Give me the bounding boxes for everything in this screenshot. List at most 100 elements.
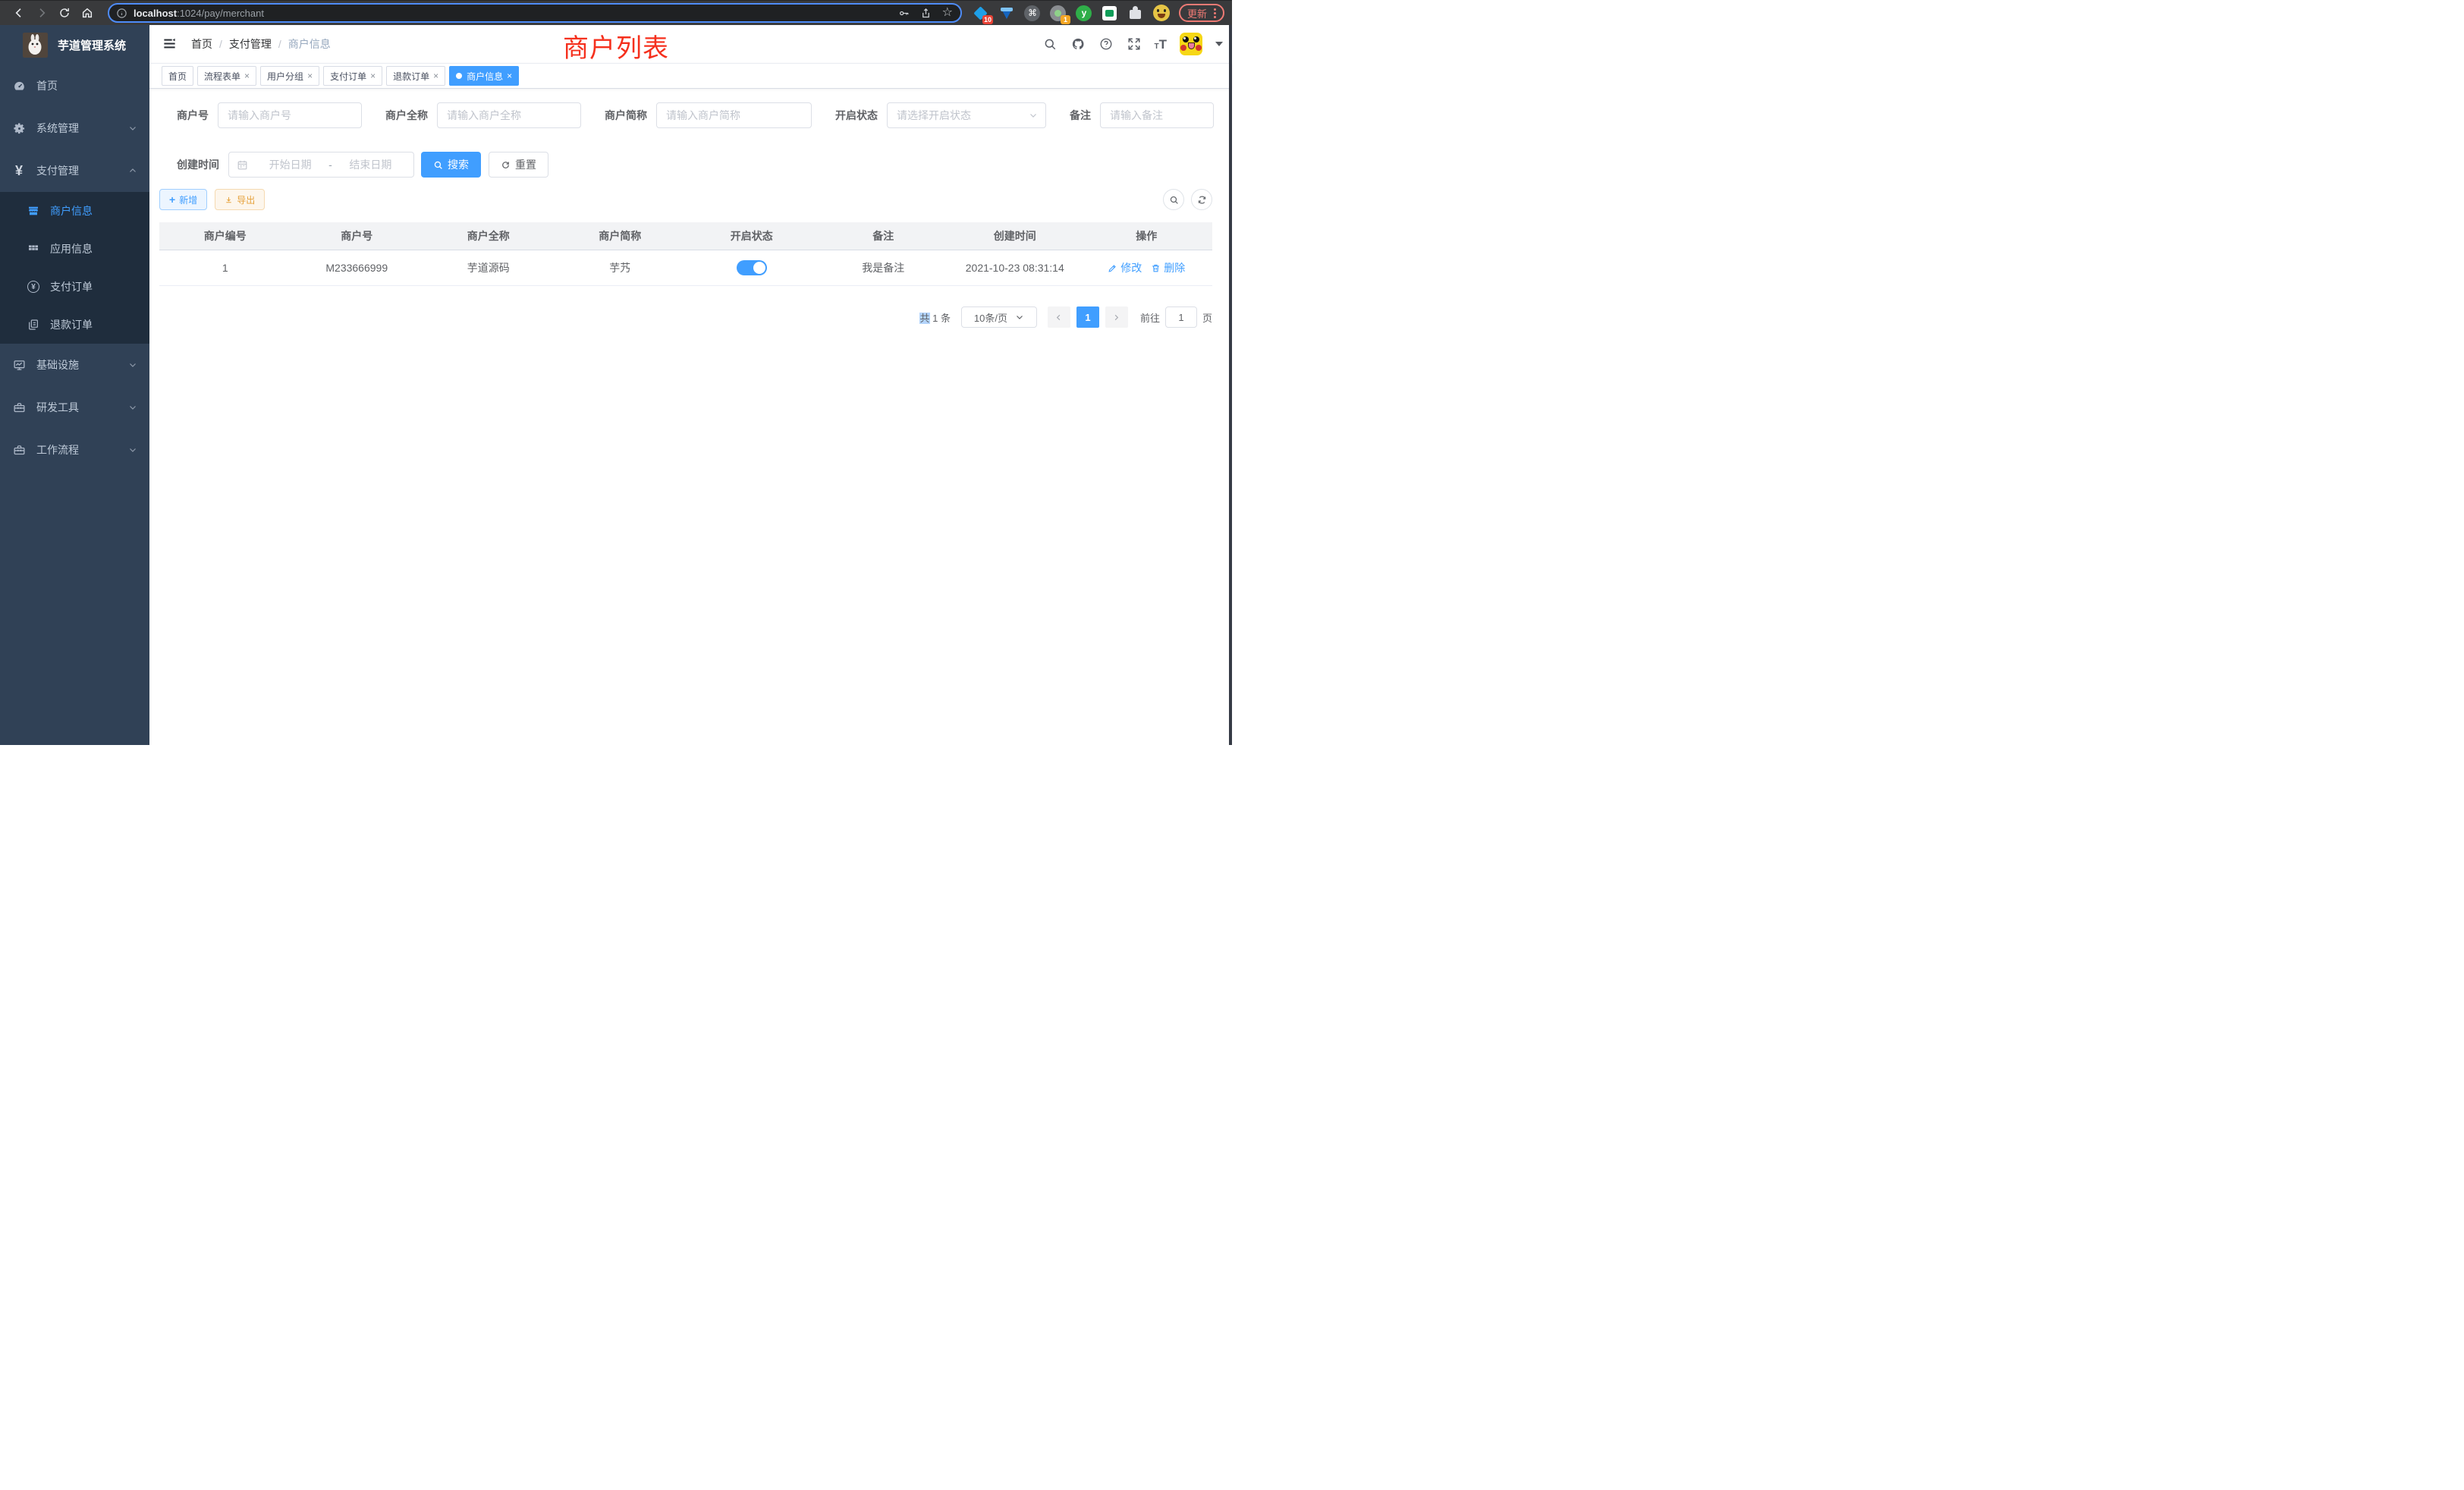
reset-button[interactable]: 重置 bbox=[489, 152, 548, 178]
create-time-label: 创建时间 bbox=[177, 157, 228, 172]
sidebar-item-system[interactable]: 系统管理 bbox=[0, 107, 149, 149]
refresh-icon bbox=[501, 160, 511, 170]
browser-reload-icon[interactable] bbox=[53, 3, 76, 23]
prev-page-button[interactable] bbox=[1048, 306, 1070, 328]
sidebar-item-home[interactable]: 首页 bbox=[0, 64, 149, 107]
tag-refund-order[interactable]: 退款订单× bbox=[386, 66, 445, 86]
table-header-row: 商户编号 商户号 商户全称 商户简称 开启状态 备注 创建时间 操作 bbox=[159, 222, 1212, 250]
add-button[interactable]: + 新增 bbox=[159, 189, 207, 210]
extension-chat-icon[interactable] bbox=[1102, 5, 1118, 21]
browser-update-button[interactable]: 更新 bbox=[1179, 4, 1224, 22]
merchant-no-input[interactable] bbox=[218, 102, 362, 128]
goto-label: 前往 bbox=[1140, 310, 1160, 325]
sidebar-item-pay-order[interactable]: ¥ 支付订单 bbox=[0, 268, 149, 306]
extension-y-icon[interactable]: y bbox=[1076, 5, 1092, 21]
browser-forward-icon[interactable] bbox=[30, 3, 53, 23]
address-bar[interactable]: localhost:1024/pay/merchant ☆ bbox=[108, 3, 962, 23]
status-label: 开启状态 bbox=[835, 108, 887, 123]
column-header: 备注 bbox=[818, 222, 950, 250]
edit-link[interactable]: 修改 bbox=[1108, 260, 1142, 275]
status-toggle[interactable] bbox=[737, 260, 767, 275]
column-header: 操作 bbox=[1081, 222, 1213, 250]
breadcrumb-home[interactable]: 首页 bbox=[191, 36, 212, 52]
page-number-1[interactable]: 1 bbox=[1076, 306, 1099, 328]
close-icon[interactable]: × bbox=[370, 71, 376, 81]
filter-form-row-2: 创建时间 开始日期 - 结束日期 搜索 重置 bbox=[177, 152, 1212, 178]
extension-diamond-icon[interactable]: 10 bbox=[973, 5, 989, 21]
sidebar: 芋道管理系统 首页 系统管理 ¥ 支付管理 商户信息 bbox=[0, 25, 149, 745]
extensions-row: 10 ⌘ 1 y bbox=[973, 5, 1170, 21]
font-size-icon[interactable]: TT bbox=[1155, 38, 1168, 51]
extensions-puzzle-icon[interactable] bbox=[1127, 5, 1144, 21]
table-row: 1 M233666999 芋道源码 芋艿 我是备注 2021-10-23 08:… bbox=[159, 250, 1212, 286]
github-icon[interactable] bbox=[1070, 36, 1086, 52]
short-name-input[interactable] bbox=[656, 102, 812, 128]
show-search-button[interactable] bbox=[1163, 189, 1184, 210]
chevron-down-icon bbox=[128, 403, 137, 412]
delete-link[interactable]: 删除 bbox=[1151, 260, 1185, 275]
refresh-table-button[interactable] bbox=[1191, 189, 1212, 210]
chevron-down-icon bbox=[128, 445, 137, 454]
export-button[interactable]: 导出 bbox=[215, 189, 265, 210]
next-page-button[interactable] bbox=[1105, 306, 1128, 328]
status-select[interactable]: 请选择开启状态 bbox=[887, 102, 1046, 128]
active-dot bbox=[456, 73, 462, 79]
extension-badge: 1 bbox=[1061, 15, 1070, 24]
extension-command-icon[interactable]: ⌘ bbox=[1024, 5, 1041, 21]
page-size-select[interactable]: 10条/页 bbox=[961, 306, 1037, 328]
url-text: localhost:1024/pay/merchant bbox=[134, 8, 264, 19]
close-icon[interactable]: × bbox=[307, 71, 313, 81]
sidebar-item-workflow[interactable]: 工作流程 bbox=[0, 429, 149, 471]
sidebar-item-label: 商户信息 bbox=[50, 203, 93, 218]
sidebar-item-payment[interactable]: ¥ 支付管理 bbox=[0, 149, 149, 192]
browser-home-icon[interactable] bbox=[76, 3, 99, 23]
yen-circle-icon: ¥ bbox=[27, 281, 39, 293]
search-icon[interactable] bbox=[1042, 36, 1058, 52]
browser-toolbar: localhost:1024/pay/merchant ☆ 10 ⌘ 1 y 更… bbox=[0, 0, 1232, 25]
tag-home[interactable]: 首页 bbox=[162, 66, 193, 86]
dashboard-icon bbox=[12, 79, 26, 93]
search-button[interactable]: 搜索 bbox=[421, 152, 481, 178]
table-toolbar: + 新增 导出 bbox=[159, 189, 1212, 210]
site-info-icon[interactable] bbox=[116, 8, 127, 19]
full-name-input[interactable] bbox=[437, 102, 581, 128]
short-name-label: 商户简称 bbox=[605, 108, 656, 123]
close-icon[interactable]: × bbox=[433, 71, 438, 81]
bookmark-star-icon[interactable]: ☆ bbox=[942, 7, 953, 19]
fullscreen-icon[interactable] bbox=[1127, 36, 1142, 52]
user-avatar[interactable] bbox=[1180, 33, 1202, 55]
browser-menu-icon[interactable] bbox=[1214, 8, 1216, 18]
column-header: 创建时间 bbox=[949, 222, 1081, 250]
extension-gem-icon[interactable] bbox=[998, 5, 1015, 21]
breadcrumb-payment[interactable]: 支付管理 bbox=[229, 36, 272, 52]
cell-merchant-id: 1 bbox=[159, 250, 291, 285]
chevron-down-icon bbox=[128, 124, 137, 133]
tag-merchant-info[interactable]: 商户信息× bbox=[449, 66, 519, 86]
sidebar-collapse-icon[interactable] bbox=[162, 36, 178, 52]
sidebar-item-app-info[interactable]: 应用信息 bbox=[0, 230, 149, 268]
close-icon[interactable]: × bbox=[244, 71, 250, 81]
remark-input[interactable] bbox=[1100, 102, 1214, 128]
avatar-caret-icon[interactable] bbox=[1215, 42, 1223, 46]
tag-pay-order[interactable]: 支付订单× bbox=[323, 66, 382, 86]
extension-camera-icon[interactable]: 1 bbox=[1050, 5, 1067, 21]
browser-back-icon[interactable] bbox=[8, 3, 30, 23]
help-icon[interactable] bbox=[1098, 36, 1114, 52]
sidebar-item-label: 基础设施 bbox=[36, 357, 79, 372]
sidebar-item-merchant-info[interactable]: 商户信息 bbox=[0, 192, 149, 230]
chevron-up-icon bbox=[128, 166, 137, 175]
password-key-icon[interactable] bbox=[898, 8, 910, 19]
tag-user-group[interactable]: 用户分组× bbox=[260, 66, 319, 86]
browser-profile-avatar[interactable] bbox=[1153, 5, 1170, 21]
share-icon[interactable] bbox=[920, 8, 932, 19]
store-icon bbox=[27, 205, 39, 217]
sidebar-item-infrastructure[interactable]: 基础设施 bbox=[0, 344, 149, 386]
close-icon[interactable]: × bbox=[507, 71, 512, 81]
tag-process-form[interactable]: 流程表单× bbox=[197, 66, 256, 86]
app-logo[interactable]: 芋道管理系统 bbox=[0, 25, 149, 64]
goto-page-input[interactable] bbox=[1165, 306, 1197, 328]
create-time-range-picker[interactable]: 开始日期 - 结束日期 bbox=[228, 152, 414, 178]
sidebar-item-dev-tools[interactable]: 研发工具 bbox=[0, 386, 149, 429]
sidebar-item-label: 应用信息 bbox=[50, 241, 93, 256]
sidebar-item-refund-order[interactable]: 退款订单 bbox=[0, 306, 149, 344]
